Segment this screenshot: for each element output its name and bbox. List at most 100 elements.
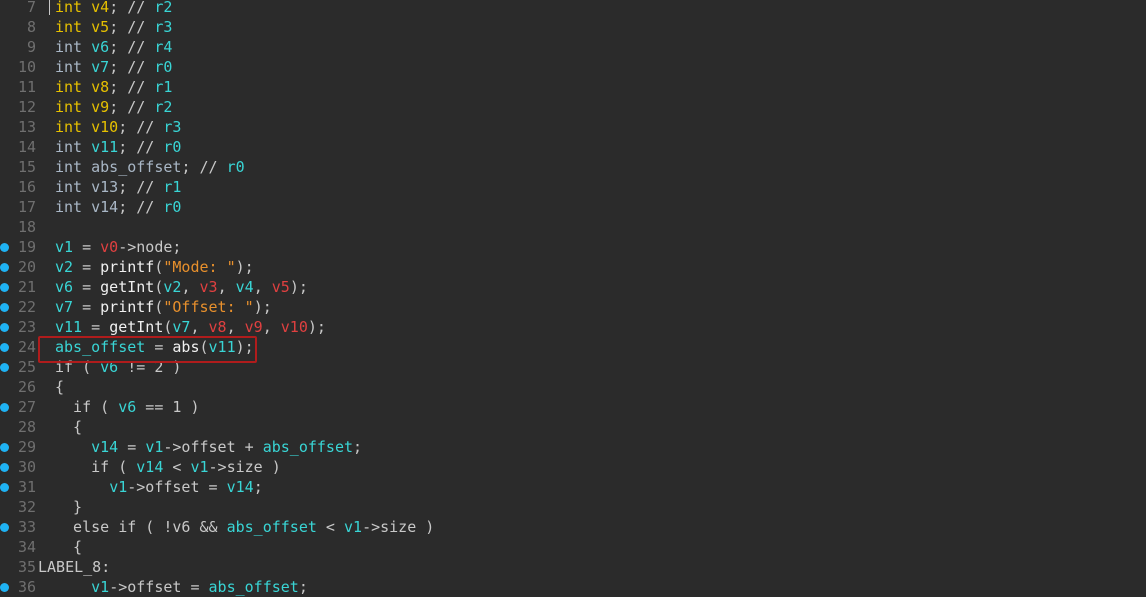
code-token: v3	[199, 278, 218, 296]
line-number: 36	[17, 578, 36, 596]
code-token: ,	[190, 318, 209, 336]
code-token: ->offset =	[127, 478, 227, 496]
code-line[interactable]: 9 int v6; // r4	[0, 37, 1146, 57]
code-token: v2	[55, 258, 74, 276]
code-line[interactable]: 32 }	[0, 497, 1146, 517]
code-line[interactable]: 27 if ( v6 == 1 )	[0, 397, 1146, 417]
code-line[interactable]: 11 int v8; // r1	[0, 77, 1146, 97]
code-token: ,	[181, 278, 200, 296]
code-token: ; //	[109, 18, 155, 36]
code-token: ;	[298, 578, 308, 596]
code-token: v9	[91, 98, 110, 116]
code-token: int	[55, 18, 83, 36]
code-line[interactable]: 14 int v11; // r0	[0, 137, 1146, 157]
code-text: {	[55, 537, 82, 557]
code-line[interactable]: 15 int abs_offset; // r0	[0, 157, 1146, 177]
code-token: getInt	[100, 278, 155, 296]
code-token: <	[316, 518, 344, 536]
line-number: 13	[17, 118, 36, 136]
code-text: int v9; // r2	[55, 97, 172, 117]
code-token: v11	[91, 138, 119, 156]
code-token: "Offset: "	[163, 298, 254, 316]
code-line[interactable]: 21 v6 = getInt(v2, v3, v4, v5);	[0, 277, 1146, 297]
code-line[interactable]: 34 {	[0, 537, 1146, 557]
code-token: == 1 )	[136, 398, 200, 416]
line-number: 29	[17, 438, 36, 456]
code-line[interactable]: 23 v11 = getInt(v7, v8, v9, v10);	[0, 317, 1146, 337]
code-text: if ( v6 == 1 )	[55, 397, 200, 417]
code-line[interactable]: 22 v7 = printf("Offset: ");	[0, 297, 1146, 317]
code-token: ; //	[109, 98, 155, 116]
code-token: abs_offset	[208, 578, 299, 596]
line-number: 32	[17, 498, 36, 516]
code-token: v7	[91, 58, 110, 76]
code-token: );	[289, 278, 308, 296]
line-number: 25	[17, 358, 36, 376]
code-token: int	[55, 158, 83, 176]
code-text: v14 = v1->offset + abs_offset;	[55, 437, 362, 457]
code-token: }	[55, 498, 83, 516]
code-token: r0	[163, 138, 182, 156]
line-number: 7	[26, 0, 36, 16]
code-token: v1	[91, 578, 110, 596]
code-line[interactable]: 12 int v9; // r2	[0, 97, 1146, 117]
code-token: r3	[163, 118, 182, 136]
code-token: v2	[163, 278, 182, 296]
code-token: =	[73, 238, 101, 256]
line-number: 34	[17, 538, 36, 556]
line-number: 24	[17, 338, 36, 356]
code-line[interactable]: 17 int v14; // r0	[0, 197, 1146, 217]
code-line[interactable]: 30 if ( v14 < v1->size )	[0, 457, 1146, 477]
code-line[interactable]: 26 {	[0, 377, 1146, 397]
code-text: else if ( !v6 && abs_offset < v1->size )	[55, 517, 434, 537]
code-line[interactable]: 19 v1 = v0->node;	[0, 237, 1146, 257]
code-line[interactable]: 10 int v7; // r0	[0, 57, 1146, 77]
code-token: int	[55, 198, 83, 216]
code-line[interactable]: 13 int v10; // r3	[0, 117, 1146, 137]
code-line[interactable]: 35 LABEL_8:	[0, 557, 1146, 577]
line-number: 11	[17, 78, 36, 96]
code-token: =	[73, 258, 101, 276]
line-number: 9	[26, 38, 36, 56]
code-token: v1	[344, 518, 363, 536]
code-token: "Mode: "	[163, 258, 236, 276]
code-token: v14	[91, 438, 119, 456]
code-token: if (	[55, 458, 137, 476]
code-token: ; //	[109, 58, 155, 76]
code-token: int	[55, 0, 83, 16]
code-token: v7	[55, 298, 74, 316]
line-number: 27	[17, 398, 36, 416]
code-token: v14	[226, 478, 254, 496]
code-text: v7 = printf("Offset: ");	[55, 297, 272, 317]
line-number: 26	[17, 378, 36, 396]
line-number: 10	[17, 58, 36, 76]
code-token: ->offset =	[109, 578, 209, 596]
code-token: ; //	[118, 138, 164, 156]
code-token: r4	[154, 38, 173, 56]
code-token: v10	[280, 318, 308, 336]
code-token: =	[118, 438, 146, 456]
code-line[interactable]: 29 v14 = v1->offset + abs_offset;	[0, 437, 1146, 457]
code-line[interactable]: 8 int v5; // r3	[0, 17, 1146, 37]
code-token: v11	[55, 318, 83, 336]
code-token: {	[55, 538, 83, 556]
code-line[interactable]: 18	[0, 217, 1146, 237]
code-editor[interactable]: 7 int v4; // r2 8 int v5; // r3 9 int v6; // …	[0, 0, 1146, 597]
code-line[interactable]: 36 v1->offset = abs_offset;	[0, 577, 1146, 597]
code-token: ;	[253, 478, 263, 496]
code-line[interactable]: 31 v1->offset = v14;	[0, 477, 1146, 497]
code-token: int	[55, 38, 83, 56]
code-line[interactable]: 20 v2 = printf("Mode: ");	[0, 257, 1146, 277]
code-line[interactable]: 33 else if ( !v6 && abs_offset < v1->siz…	[0, 517, 1146, 537]
code-line[interactable]: 28 {	[0, 417, 1146, 437]
line-number: 19	[17, 238, 36, 256]
code-text: v11 = getInt(v7, v8, v9, v10);	[55, 317, 326, 337]
line-number: 18	[17, 218, 36, 236]
code-line[interactable]: 7 int v4; // r2	[0, 0, 1146, 17]
code-line[interactable]: 16 int v13; // r1	[0, 177, 1146, 197]
code-token: v1	[190, 458, 209, 476]
code-text: v1->offset = v14;	[55, 477, 263, 497]
